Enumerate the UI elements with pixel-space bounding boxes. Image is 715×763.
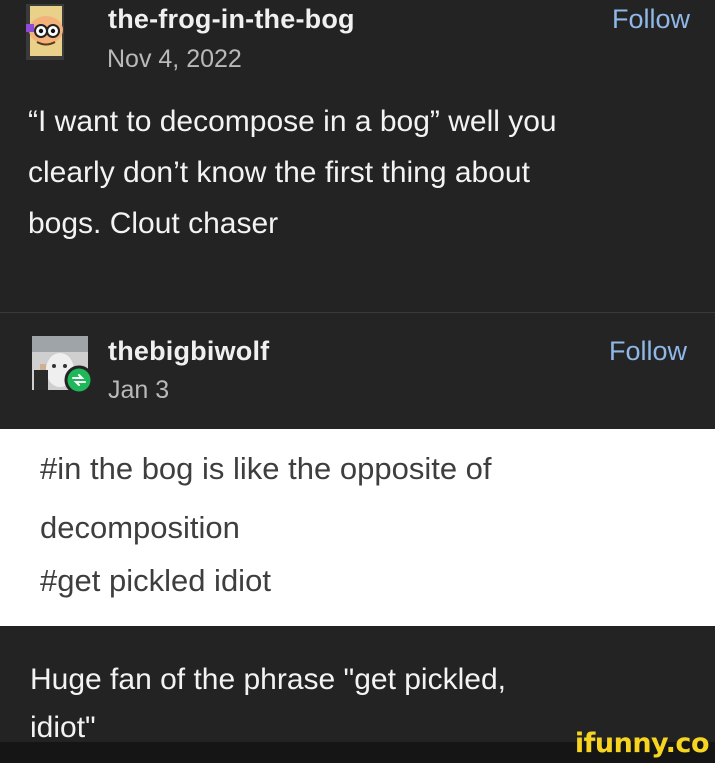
post-frog-in-the-bog: the-frog-in-the-bog Nov 4, 2022 Follow “… <box>0 0 715 312</box>
tag-line[interactable]: #get pickled idiot <box>40 551 271 611</box>
frog-face-icon[interactable] <box>22 4 68 60</box>
post-body-line: clearly don’t know the first thing about <box>28 156 530 189</box>
post-body: Huge fan of the phrase "get pickled, idi… <box>30 656 506 752</box>
tag-line[interactable]: decomposition <box>40 498 240 558</box>
post-date: Jan 3 <box>108 376 170 404</box>
post-username[interactable]: thebigbiwolf <box>108 336 269 367</box>
post-body: “I want to decompose in a bog” well you … <box>28 96 557 249</box>
post-body-line: Huge fan of the phrase "get pickled, <box>30 663 506 696</box>
ifunny-watermark: ifunny.co <box>574 728 710 759</box>
follow-button[interactable]: Follow <box>612 4 690 35</box>
post-tags: #in the bog is like the opposite of deco… <box>0 429 715 626</box>
follow-button[interactable]: Follow <box>609 336 687 367</box>
post-body-line: “I want to decompose in a bog” well you <box>28 105 557 138</box>
post-thebigbiwolf: thebigbiwolf Jan 3 Follow <box>0 313 715 429</box>
tag-line[interactable]: #in the bog is like the opposite of <box>40 439 492 499</box>
post-username[interactable]: the-frog-in-the-bog <box>108 4 355 35</box>
reblog-badge-icon <box>64 365 94 395</box>
post-date: Nov 4, 2022 <box>107 45 242 73</box>
post-body-line: bogs. Clout chaser <box>28 207 279 240</box>
